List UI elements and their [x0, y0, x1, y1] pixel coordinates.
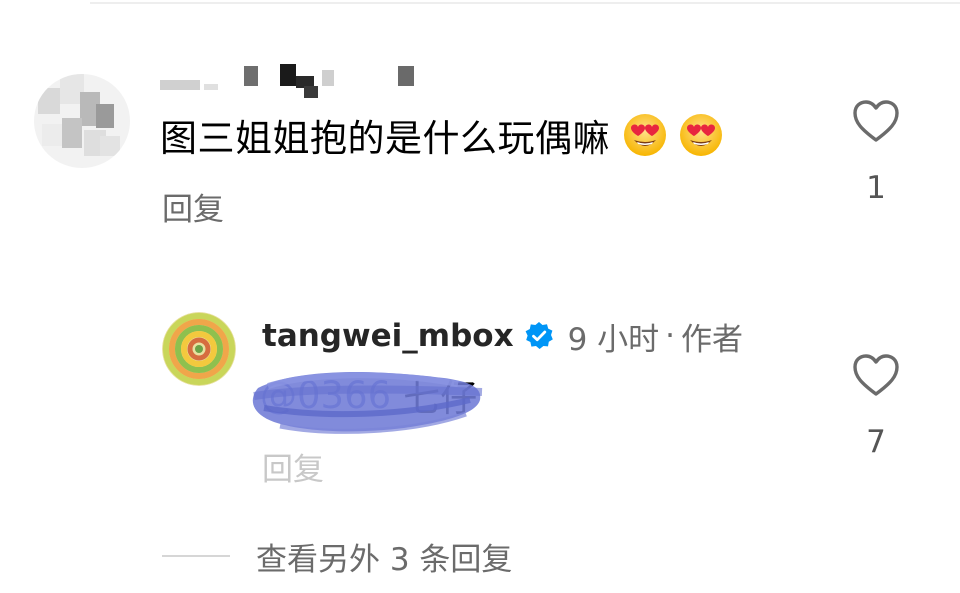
reply-text: 七仔: [403, 377, 478, 420]
like-column: 1: [846, 98, 906, 206]
like-column: 7: [846, 352, 906, 460]
timestamp: 9 小时: [567, 321, 660, 358]
like-count: 7: [866, 424, 886, 460]
avatar[interactable]: [34, 74, 130, 168]
view-more-label: 查看另外 3 条回复: [256, 541, 513, 578]
like-count: 1: [866, 170, 886, 206]
heart-outline-icon[interactable]: [851, 352, 901, 398]
separator: ·: [665, 318, 676, 354]
avatar[interactable]: [162, 312, 236, 386]
heart-eyes-emoji-icon: [624, 114, 666, 156]
reply-body: @0366 七仔: [260, 370, 478, 421]
divider: [90, 2, 960, 4]
comment-thread: 图三姐姐抱的是什么玩偶嘛 回复 1 tangwei_mbox 9 小时 · 作者…: [0, 0, 960, 593]
comment-text: 图三姐姐抱的是什么玩偶嘛: [160, 117, 610, 160]
verified-badge-icon: [525, 322, 553, 349]
mention-link[interactable]: @0366: [260, 374, 391, 417]
reply-header: tangwei_mbox 9 小时 · 作者: [262, 314, 743, 358]
username-blurred: [160, 64, 414, 98]
heart-outline-icon[interactable]: [851, 98, 901, 144]
username[interactable]: tangwei_mbox: [262, 318, 514, 354]
divider: [162, 555, 230, 557]
reply-button[interactable]: 回复: [262, 444, 324, 489]
view-more-replies-button[interactable]: 查看另外 3 条回复: [162, 534, 512, 578]
comment-body: 图三姐姐抱的是什么玩偶嘛: [160, 110, 724, 160]
heart-eyes-emoji-icon: [680, 114, 722, 156]
reply-button[interactable]: 回复: [162, 184, 224, 229]
author-tag: 作者: [681, 321, 744, 358]
